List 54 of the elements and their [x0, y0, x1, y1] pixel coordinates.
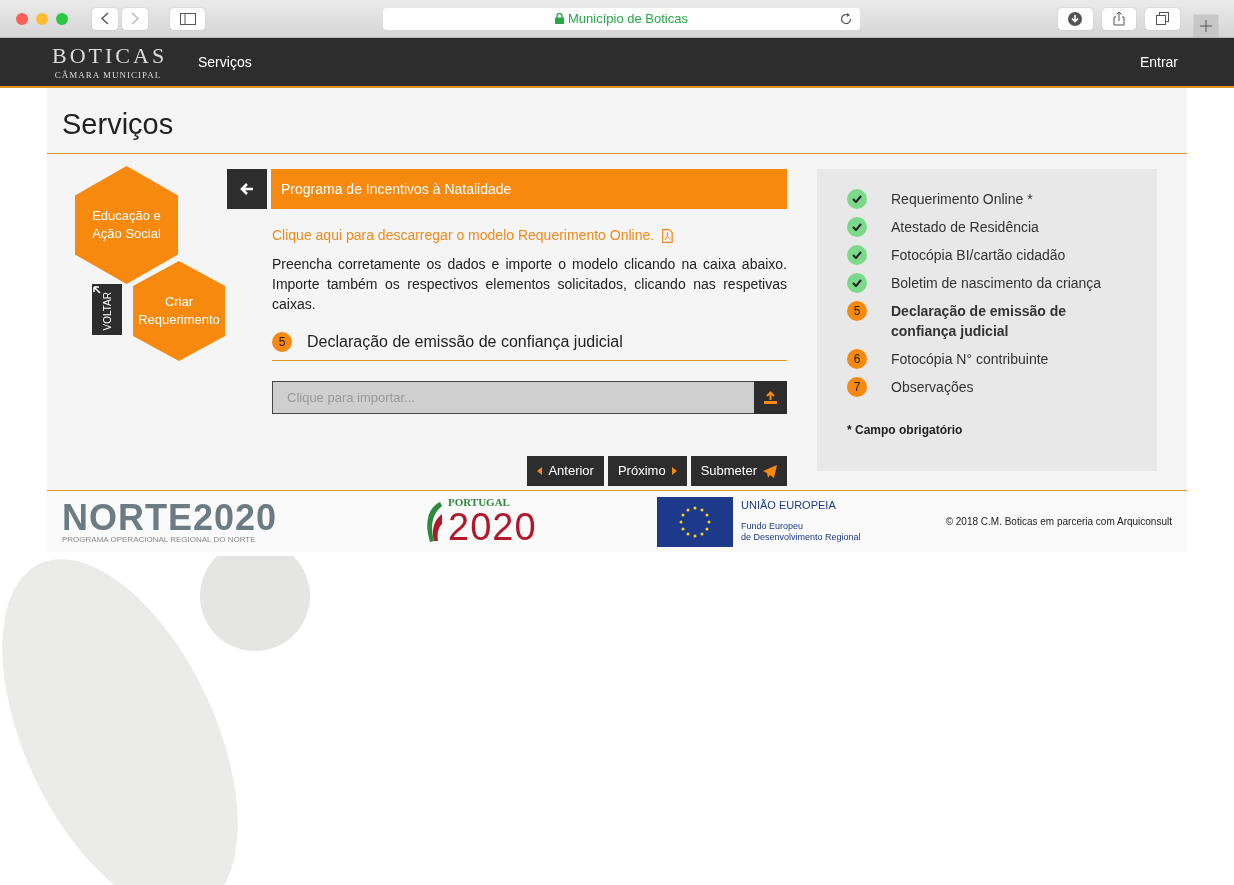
reload-icon[interactable] [839, 11, 853, 26]
close-window-icon[interactable] [16, 12, 28, 25]
step-label: Observações [891, 378, 974, 397]
step-label: Atestado de Residência [891, 218, 1039, 237]
plus-icon [1200, 19, 1212, 32]
form-button[interactable]: Próximo [607, 456, 687, 486]
upload-icon [764, 391, 777, 404]
eu-fund-line: Fundo Europeu [741, 521, 805, 532]
norte-logo-caption: PROGRAMA OPERACIONAL REGIONAL DO NORTE [62, 535, 257, 544]
eu-logo-title: UNIÃO EUROPEIA [741, 497, 837, 513]
arrow-up-left-icon [93, 286, 101, 294]
form-header: Programa de Incentivos à Natalidade [271, 169, 787, 209]
back-button[interactable] [227, 169, 267, 209]
form-button[interactable]: Anterior [527, 456, 604, 486]
lock-icon [555, 13, 565, 24]
logo-subtitle: CÂMARA MUNICIPAL [53, 70, 163, 80]
download-icon [1068, 11, 1083, 26]
downloads-button[interactable] [1058, 7, 1093, 30]
eu-fund-line: de Desenvolvimento Regional [741, 531, 861, 543]
arrow-left-icon [240, 183, 254, 195]
share-icon [1113, 11, 1125, 26]
copyright-text: © 2018 C.M. Boticas em parceria com Arquiconsult [945, 515, 1172, 529]
address-text: Município de Boticas [568, 9, 688, 28]
step-title: Declaração de emissão de confiança judicial [307, 332, 623, 352]
step-label: Boletim de nascimento da criança [891, 274, 1102, 293]
nav-link[interactable]: Serviços [192, 50, 258, 74]
upload-button[interactable] [754, 381, 787, 414]
step-label: Declaração de emissão de confiança judicial [891, 302, 1068, 341]
step-number: 5 [847, 301, 867, 321]
login-link[interactable]: Entrar [1133, 50, 1184, 74]
page-title: Serviços [47, 88, 1187, 154]
instructions-paragraph: Preencha corretamente os dados e importe o modelo clicando na caixa abaixo. Importe também os respectivos elementos solicitados, clicando nas respetivas caixas. [272, 255, 787, 314]
norte-logo-text: NORTE2020 [62, 499, 279, 536]
required-note: * Campo obrigatório [847, 422, 964, 439]
paper-plane-icon [763, 464, 777, 478]
back-tab[interactable]: VOLTAR [92, 284, 122, 335]
tabs-button[interactable] [1145, 7, 1180, 30]
chevron-left-icon [101, 12, 110, 25]
portugal-logo-year: 2020 [448, 508, 537, 546]
step-number: 7 [847, 377, 867, 397]
chevron-right-icon [131, 12, 140, 25]
step-number: 6 [847, 349, 867, 369]
portugal-logo-label: PORTUGAL [448, 497, 511, 508]
step-label: Fotocópia BI/cartão cidadão [891, 246, 1066, 265]
step-label: Fotocópia N° contribuinte [891, 350, 1049, 369]
step-number: 5 [272, 332, 292, 352]
sidebar-button[interactable] [170, 7, 205, 30]
caret-left-icon [537, 467, 543, 475]
form-button[interactable]: Submeter [690, 456, 787, 486]
sidebar-icon [179, 12, 196, 25]
tabs-icon [1156, 12, 1170, 25]
caret-right-icon [671, 467, 677, 475]
logo-title: BOTICAS [52, 44, 164, 67]
step-label: Requerimento Online * [891, 190, 1033, 209]
